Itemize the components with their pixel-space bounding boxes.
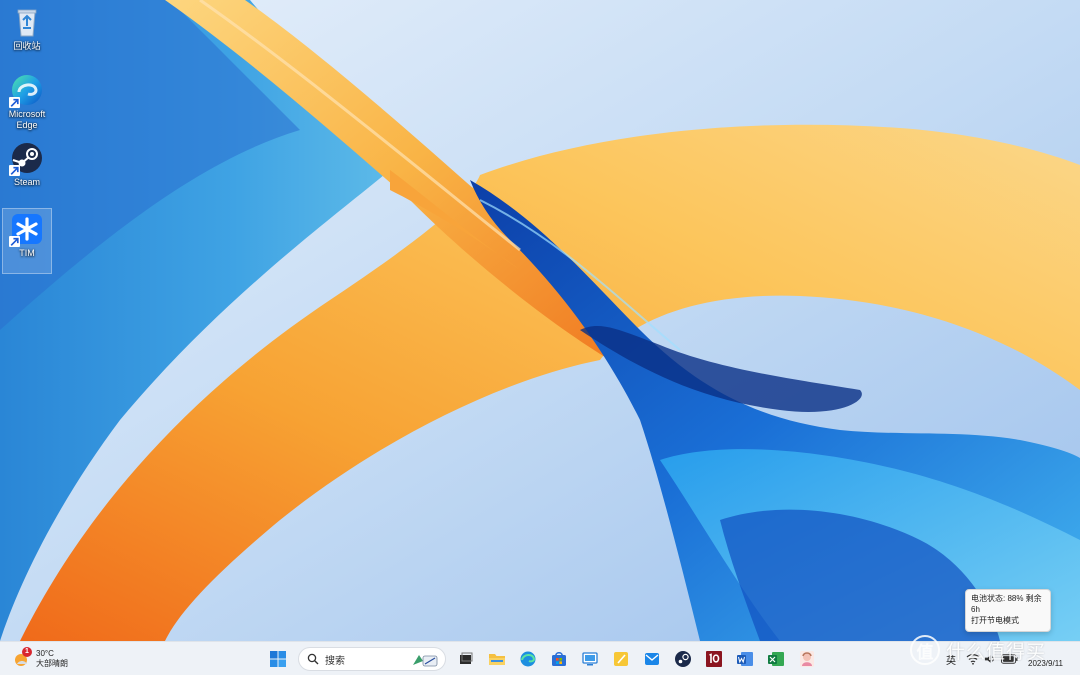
word-icon [737, 652, 753, 666]
battery-icon [1001, 654, 1018, 664]
search-icon [307, 653, 319, 665]
tooltip-line: 打开节电模式 [971, 616, 1019, 625]
weather-condition: 大部晴朗 [36, 659, 68, 668]
wifi-icon [966, 654, 980, 665]
tim-icon [9, 211, 45, 247]
anime-app-button[interactable] [793, 646, 821, 672]
weather-temp: 30°C [36, 649, 54, 658]
file-explorer-button[interactable] [483, 646, 511, 672]
volume-icon [984, 655, 994, 663]
store-button[interactable] [545, 646, 573, 672]
taskbar-apps: 搜索 [264, 646, 824, 672]
shortcut-arrow-icon [9, 97, 20, 108]
excel-icon [768, 652, 784, 666]
desktop-icon-steam[interactable]: Steam [2, 138, 52, 204]
mail-icon [645, 653, 659, 665]
word-button[interactable] [731, 646, 759, 672]
edge-icon [9, 72, 45, 108]
taskbar: 1 30°C 大部晴朗 搜索 英 2023/9/11 [0, 641, 1080, 675]
steam-button[interactable] [669, 646, 697, 672]
steam-icon [9, 140, 45, 176]
ime-indicator[interactable]: 英 [940, 652, 962, 667]
desktop-icon-tim[interactable]: TIM [2, 208, 52, 274]
notification-badge: 1 [22, 647, 32, 657]
search-highlight-icon [413, 655, 438, 667]
recycle-bin-icon [9, 4, 45, 40]
task-view-button[interactable] [452, 646, 480, 672]
desktop-icon-recycle-bin[interactable]: 回收站 [2, 2, 52, 68]
search-placeholder: 搜索 [325, 655, 345, 667]
remote-desktop-button[interactable] [576, 646, 604, 672]
desktop-wallpaper [0, 0, 1080, 641]
app-10-icon [706, 651, 722, 667]
store-icon [552, 652, 566, 666]
clock-date: 2023/9/11 [1028, 659, 1063, 668]
weather-sun-icon: 1 [12, 647, 32, 669]
steam-icon [675, 651, 691, 667]
desktop-icon-label: 回收站 [13, 41, 41, 51]
edge-icon [520, 651, 536, 667]
tooltip-line: 电池状态: 88% 剩余 [971, 594, 1042, 603]
edge-button[interactable] [514, 646, 542, 672]
sticky-notes-button[interactable] [607, 646, 635, 672]
shortcut-arrow-icon [9, 236, 20, 247]
shortcut-arrow-icon [9, 165, 20, 176]
anime-app-icon [800, 651, 814, 667]
weather-widget[interactable]: 1 30°C 大部晴朗 [12, 646, 68, 672]
task-view-icon [460, 652, 473, 664]
tooltip-line: 6h [971, 605, 980, 614]
search-box[interactable]: 搜索 [298, 647, 446, 671]
mail-button[interactable] [638, 646, 666, 672]
excel-button[interactable] [762, 646, 790, 672]
app-10-button[interactable] [700, 646, 728, 672]
system-tray: 英 2023/9/11 [940, 646, 1063, 672]
remote-desktop-icon [582, 652, 598, 666]
taskbar-clock[interactable]: 2023/9/11 [1028, 649, 1063, 669]
desktop-icon-edge[interactable]: Microsoft Edge [2, 70, 52, 136]
file-explorer-icon [489, 654, 505, 665]
quick-settings-button[interactable] [962, 653, 1022, 665]
battery-tooltip: 电池状态: 88% 剩余 6h 打开节电模式 [965, 589, 1051, 632]
start-button[interactable] [264, 646, 292, 672]
start-icon [270, 651, 286, 667]
sticky-notes-icon [614, 652, 628, 666]
